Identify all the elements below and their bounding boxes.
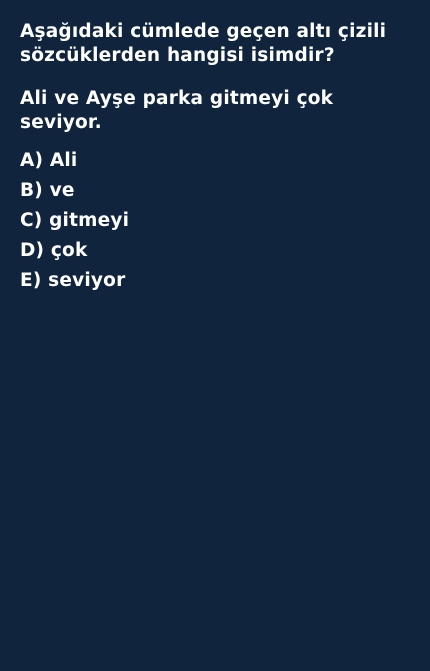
example-sentence: Ali ve Ayşe parka gitmeyi çok seviyor. <box>20 88 334 133</box>
option-e-text: seviyor <box>48 270 126 291</box>
quiz-screen: Aşağıdaki cümlede geçen altı çizili sözc… <box>0 0 430 671</box>
answer-options: A) Ali B) ve C) gitmeyi D) çok E) seviyo… <box>20 146 410 296</box>
question-text: Aşağıdaki cümlede geçen altı çizili sözc… <box>20 21 387 66</box>
option-c-letter: C) <box>20 210 43 231</box>
option-a-text: Ali <box>49 150 78 171</box>
option-e-letter: E) <box>20 270 42 291</box>
option-d-letter: D) <box>20 240 45 261</box>
option-b-text: ve <box>49 180 75 201</box>
option-b-letter: B) <box>20 180 43 201</box>
option-d[interactable]: D) çok <box>20 236 410 266</box>
option-c[interactable]: C) gitmeyi <box>20 206 410 236</box>
option-a[interactable]: A) Ali <box>20 146 410 176</box>
option-e[interactable]: E) seviyor <box>20 266 410 296</box>
option-b[interactable]: B) ve <box>20 176 410 206</box>
option-c-text: gitmeyi <box>49 210 130 231</box>
option-a-letter: A) <box>20 150 44 171</box>
option-d-text: çok <box>50 240 88 261</box>
